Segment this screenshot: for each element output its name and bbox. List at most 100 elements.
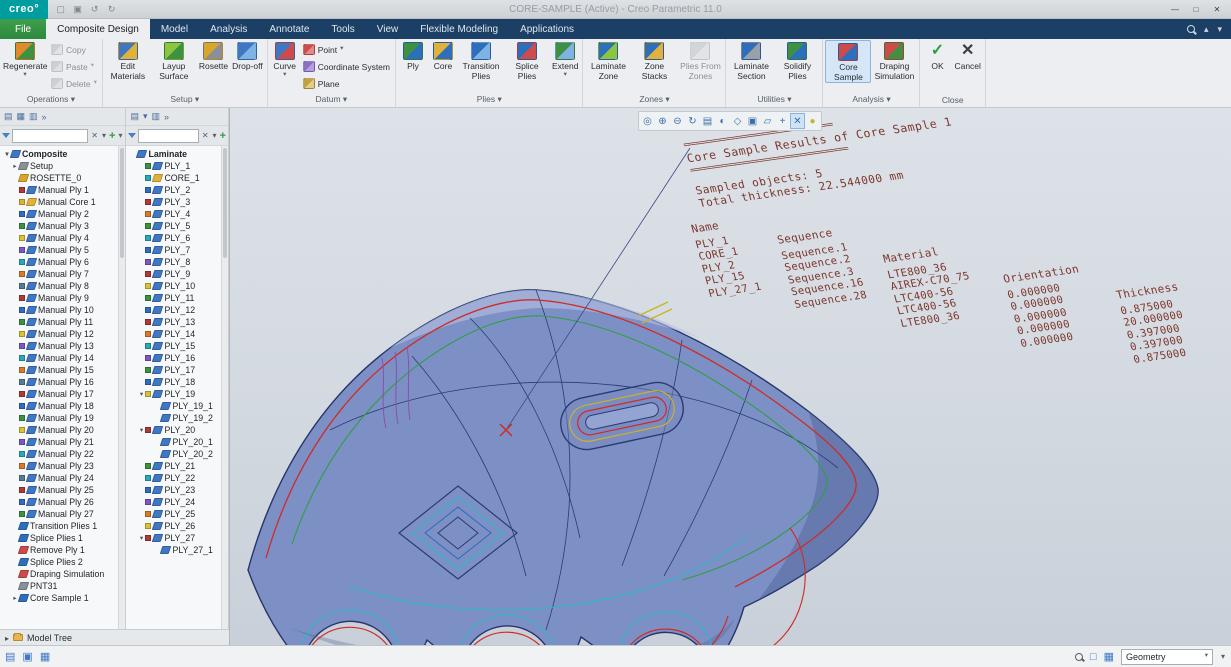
tree-item-ply-23[interactable]: PLY_23 (128, 484, 228, 496)
tree-item-ply-19-1[interactable]: PLY_19_1 (128, 400, 228, 412)
add-filter-dropdown-icon[interactable]: ▾ (117, 131, 123, 140)
draping-simulation-button[interactable]: Draping Simulation (871, 40, 917, 81)
tree-item-ply-25[interactable]: PLY_25 (128, 508, 228, 520)
laminate-section-button[interactable]: Laminate Section (728, 40, 774, 81)
maximize-button[interactable]: □ (1187, 3, 1205, 16)
ribbon-group-label-plies[interactable]: Plies ▾ (398, 93, 580, 107)
tree-list-icon[interactable]: ▤ (130, 111, 139, 122)
filter-clear-icon[interactable]: ✕ (90, 131, 99, 140)
tree-item-manual-ply-19[interactable]: Manual Ply 19 (2, 412, 125, 424)
tree-item-core-1[interactable]: CORE_1 (128, 172, 228, 184)
splice-plies-button[interactable]: Splice Plies (504, 40, 550, 81)
model-tree-scrollbar[interactable] (118, 146, 125, 629)
ribbon-group-label-setup[interactable]: Setup ▾ (105, 93, 265, 107)
tree-item-manual-ply-21[interactable]: Manual Ply 21 (2, 436, 125, 448)
tree-item-manual-ply-15[interactable]: Manual Ply 15 (2, 364, 125, 376)
tree-item-ply-20-2[interactable]: PLY_20_2 (128, 448, 228, 460)
tree-item-ply-22[interactable]: PLY_22 (128, 472, 228, 484)
tree-item-ply-7[interactable]: PLY_7 (128, 244, 228, 256)
refit-icon[interactable]: ◎ (640, 113, 655, 129)
tree-item-remove-ply-1[interactable]: Remove Ply 1 (2, 544, 125, 556)
tree-item-manual-ply-23[interactable]: Manual Ply 23 (2, 460, 125, 472)
perspective-icon[interactable]: ◇ (730, 113, 745, 129)
tree-item-ply-13[interactable]: PLY_13 (128, 316, 228, 328)
tree-item-transition-plies-1[interactable]: Transition Plies 1 (2, 520, 125, 532)
tree-item-draping-simulation[interactable]: Draping Simulation (2, 568, 125, 580)
tree-item-manual-ply-8[interactable]: Manual Ply 8 (2, 280, 125, 292)
layup-surface-button[interactable]: Layup Surface (151, 40, 197, 81)
tree-item-manual-ply-22[interactable]: Manual Ply 22 (2, 448, 125, 460)
spin-center-icon[interactable]: ✕ (790, 113, 805, 129)
file-menu-button[interactable]: File (0, 19, 46, 39)
ribbon-group-label-close[interactable]: Close (922, 94, 982, 107)
tree-item-ply-20-1[interactable]: PLY_20_1 (128, 436, 228, 448)
curve-button[interactable]: Curve▾ (270, 40, 300, 78)
minimize-button[interactable]: — (1166, 3, 1184, 16)
tree-item-manual-ply-12[interactable]: Manual Ply 12 (2, 328, 125, 340)
tree-item-ply-11[interactable]: PLY_11 (128, 292, 228, 304)
tab-model[interactable]: Model (150, 19, 199, 39)
graphics-area[interactable]: ◎⊕⊖↻▤◐◇▣▱+✕● (230, 108, 1231, 645)
tab-tools[interactable]: Tools (320, 19, 365, 39)
tree-item-ply-1[interactable]: PLY_1 (128, 160, 228, 172)
add-filter-button[interactable]: + (109, 130, 115, 142)
rosette-button[interactable]: Rosette (197, 40, 230, 72)
plane-button[interactable]: Plane (300, 75, 393, 92)
tree-item-ply-15[interactable]: PLY_15 (128, 340, 228, 352)
tree-item-ply-12[interactable]: PLY_12 (128, 304, 228, 316)
tree-item-manual-ply-20[interactable]: Manual Ply 20 (2, 424, 125, 436)
model-tree-filter-input[interactable] (12, 129, 88, 143)
transition-plies-button[interactable]: Transition Plies (458, 40, 504, 81)
model-tree-footer[interactable]: Model Tree (0, 629, 229, 645)
section-icon[interactable]: ▣ (745, 113, 760, 129)
tree-item-ply-16[interactable]: PLY_16 (128, 352, 228, 364)
tree-item-ply-19[interactable]: ▾PLY_19 (128, 388, 228, 400)
tree-item-manual-ply-4[interactable]: Manual Ply 4 (2, 232, 125, 244)
search-tools-icon[interactable] (1075, 653, 1083, 661)
tree-item-manual-ply-3[interactable]: Manual Ply 3 (2, 220, 125, 232)
tree-item-manual-ply-1[interactable]: Manual Ply 1 (2, 184, 125, 196)
tree-overflow-icon[interactable]: » (164, 112, 169, 122)
expand-arrow-icon[interactable] (5, 633, 9, 643)
tree-item-pnt31[interactable]: PNT31 (2, 580, 125, 592)
chevron-down-icon[interactable]: ▾ (137, 390, 145, 398)
laminate-zone-button[interactable]: Laminate Zone (585, 40, 631, 81)
save-icon[interactable]: ▣ (71, 4, 84, 15)
collapse-ribbon-icon[interactable]: ▴ (1204, 24, 1209, 35)
delete-button[interactable]: Delete▾ (48, 75, 100, 92)
tree-item-ply-19-2[interactable]: PLY_19_2 (128, 412, 228, 424)
tree-item-core-sample-1[interactable]: ▸Core Sample 1 (2, 592, 125, 604)
screen-capture-icon[interactable]: ▦ (40, 650, 50, 663)
display-style-icon[interactable]: ◐ (715, 113, 730, 129)
tree-item-setup[interactable]: ▸Setup (2, 160, 125, 172)
tree-item-manual-ply-11[interactable]: Manual Ply 11 (2, 316, 125, 328)
drop-off-button[interactable]: Drop-off (230, 40, 265, 72)
tree-item-manual-ply-27[interactable]: Manual Ply 27 (2, 508, 125, 520)
core-sample-button[interactable]: Core Sample (825, 40, 871, 83)
tree-item-rosette-0[interactable]: ROSETTE_0 (2, 172, 125, 184)
extend-button[interactable]: Extend▾ (550, 40, 580, 78)
ribbon-options-icon[interactable]: ▾ (1217, 24, 1222, 35)
tab-composite-design[interactable]: Composite Design (46, 19, 150, 39)
tree-item-ply-26[interactable]: PLY_26 (128, 520, 228, 532)
plies-from-zones-button[interactable]: Plies From Zones (677, 40, 723, 81)
zone-stacks-button[interactable]: Zone Stacks (631, 40, 677, 81)
point-button[interactable]: Point▾ (300, 41, 393, 58)
tree-item-ply-8[interactable]: PLY_8 (128, 256, 228, 268)
undo-icon[interactable]: ↺ (88, 4, 101, 15)
tree-item-manual-ply-2[interactable]: Manual Ply 2 (2, 208, 125, 220)
filter-dropdown-icon[interactable]: ▾ (101, 131, 107, 140)
add-filter-button[interactable]: + (220, 130, 226, 142)
ribbon-group-label-analysis[interactable]: Analysis ▾ (825, 93, 917, 107)
tree-item-manual-core-1[interactable]: Manual Core 1 (2, 196, 125, 208)
chevron-down-icon[interactable]: ▾ (137, 534, 145, 542)
tree-item-ply-4[interactable]: PLY_4 (128, 208, 228, 220)
scrollbar-thumb[interactable] (223, 148, 227, 258)
open-icon[interactable]: ▢ (54, 4, 67, 15)
select-box-icon[interactable]: □ (1090, 651, 1097, 663)
saved-orientations-icon[interactable]: ▤ (700, 113, 715, 129)
selection-filter-select[interactable]: Geometry ▾ (1121, 649, 1213, 665)
edit-materials-button[interactable]: Edit Materials (105, 40, 151, 81)
tree-layers-icon[interactable]: ▦ (17, 111, 26, 122)
tab-view[interactable]: View (366, 19, 410, 39)
